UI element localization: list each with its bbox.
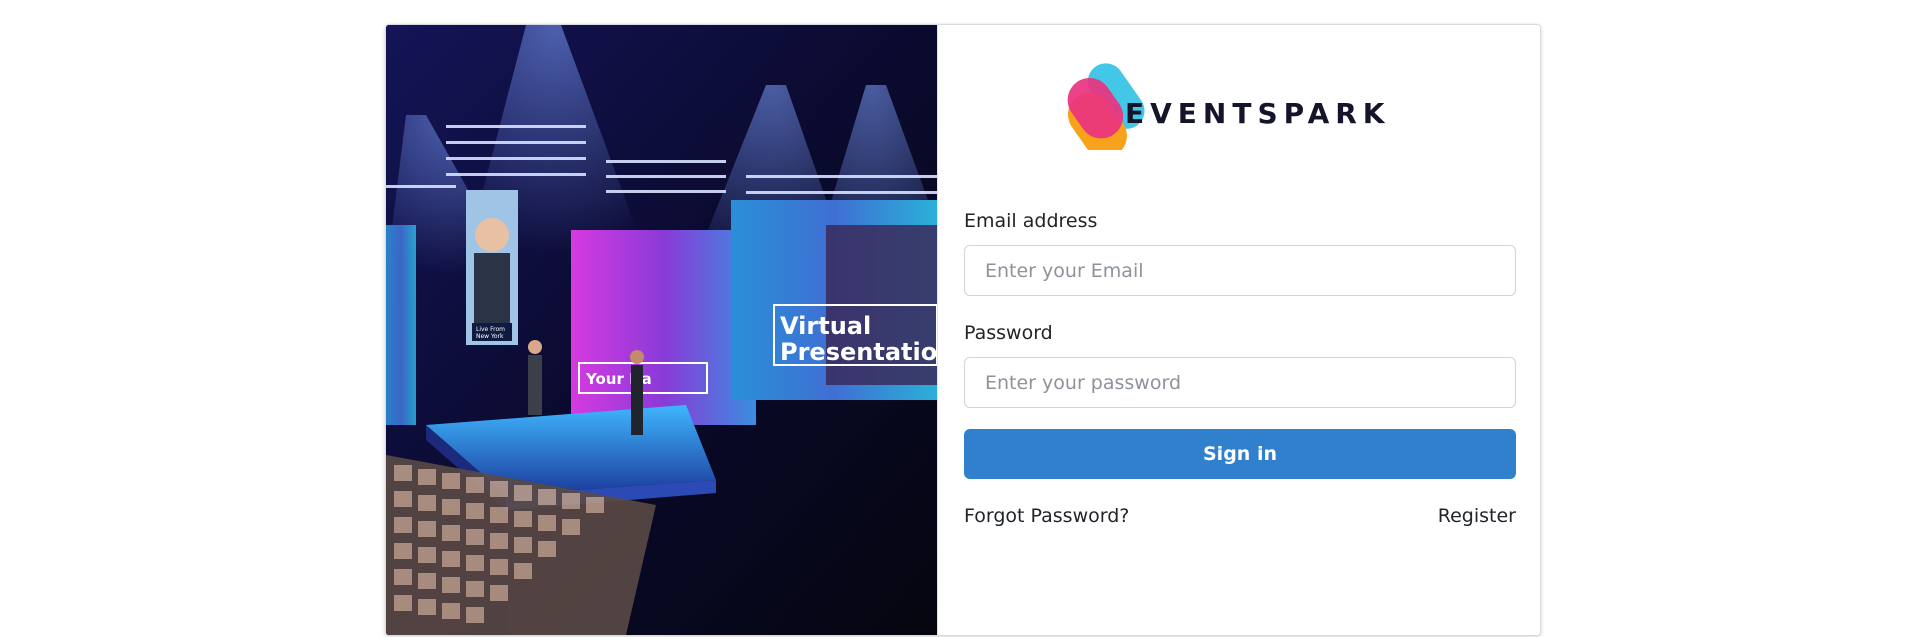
auth-links: Forgot Password? Register: [964, 505, 1516, 527]
login-panel: EVENTSPARK Email address Password Sign i…: [937, 25, 1540, 635]
hero-image: Live From New York Virtual Presentatio Y…: [386, 25, 937, 635]
stage-text-presentation: Presentatio: [780, 338, 937, 366]
login-card: Live From New York Virtual Presentatio Y…: [385, 24, 1541, 636]
virtual-stage-illustration: Live From New York Virtual Presentatio Y…: [386, 25, 937, 635]
stage-text-live: Live From: [476, 326, 505, 333]
stage-text-newyork: New York: [476, 333, 504, 340]
email-input[interactable]: [964, 245, 1516, 296]
register-link[interactable]: Register: [1438, 505, 1516, 527]
login-form: Email address Password Sign in Forgot Pa…: [964, 209, 1516, 527]
brand-name: EVENTSPARK: [1125, 97, 1391, 130]
password-input[interactable]: [964, 357, 1516, 408]
signin-button[interactable]: Sign in: [964, 429, 1516, 479]
password-label: Password: [964, 322, 1053, 344]
stage-text-virtual: Virtual: [780, 312, 871, 340]
forgot-password-link[interactable]: Forgot Password?: [964, 505, 1129, 527]
email-label: Email address: [964, 210, 1098, 232]
eventspark-logo: EVENTSPARK: [1043, 55, 1423, 150]
